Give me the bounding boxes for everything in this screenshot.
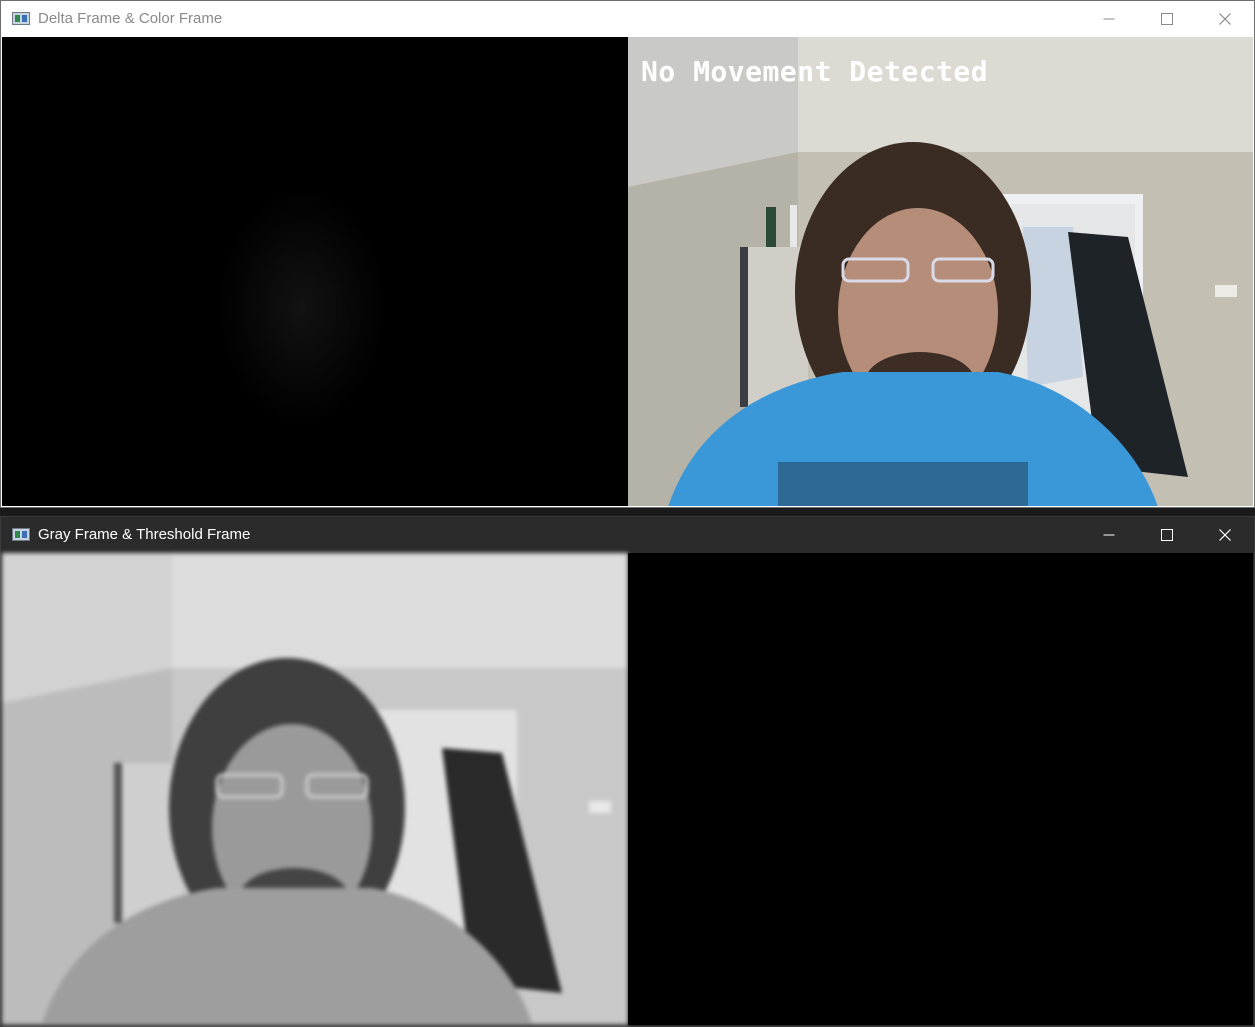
window-controls xyxy=(1080,517,1254,552)
minimize-button[interactable] xyxy=(1080,1,1138,36)
delta-color-window: Delta Frame & Color Frame No Movement De… xyxy=(0,0,1255,508)
minimize-button[interactable] xyxy=(1080,517,1138,552)
minimize-icon xyxy=(1103,534,1115,535)
close-button[interactable] xyxy=(1196,517,1254,552)
window-title: Delta Frame & Color Frame xyxy=(38,10,223,27)
close-icon xyxy=(1219,12,1231,25)
movement-status-text: No Movement Detected xyxy=(641,55,989,88)
delta-frame-shadow xyxy=(2,37,628,506)
maximize-icon xyxy=(1161,528,1173,541)
maximize-button[interactable] xyxy=(1138,517,1196,552)
window-content xyxy=(2,553,1253,1025)
gray-frame xyxy=(2,553,628,1025)
threshold-frame xyxy=(628,553,1253,1025)
gray-camera-image xyxy=(2,553,628,1023)
maximize-button[interactable] xyxy=(1138,1,1196,36)
maximize-icon xyxy=(1161,12,1173,25)
close-button[interactable] xyxy=(1196,1,1254,36)
window-content: No Movement Detected xyxy=(2,37,1253,506)
title-bar[interactable]: Delta Frame & Color Frame xyxy=(1,1,1254,36)
close-icon xyxy=(1219,528,1231,541)
window-title: Gray Frame & Threshold Frame xyxy=(38,526,251,543)
color-frame: No Movement Detected xyxy=(628,37,1253,506)
delta-frame xyxy=(2,37,628,506)
window-controls xyxy=(1080,1,1254,36)
app-window-icon xyxy=(12,528,30,541)
minimize-icon xyxy=(1103,18,1115,19)
color-camera-image xyxy=(628,37,1253,506)
app-window-icon xyxy=(12,12,30,25)
gray-threshold-window: Gray Frame & Threshold Frame xyxy=(0,516,1255,1027)
title-bar[interactable]: Gray Frame & Threshold Frame xyxy=(1,517,1254,552)
